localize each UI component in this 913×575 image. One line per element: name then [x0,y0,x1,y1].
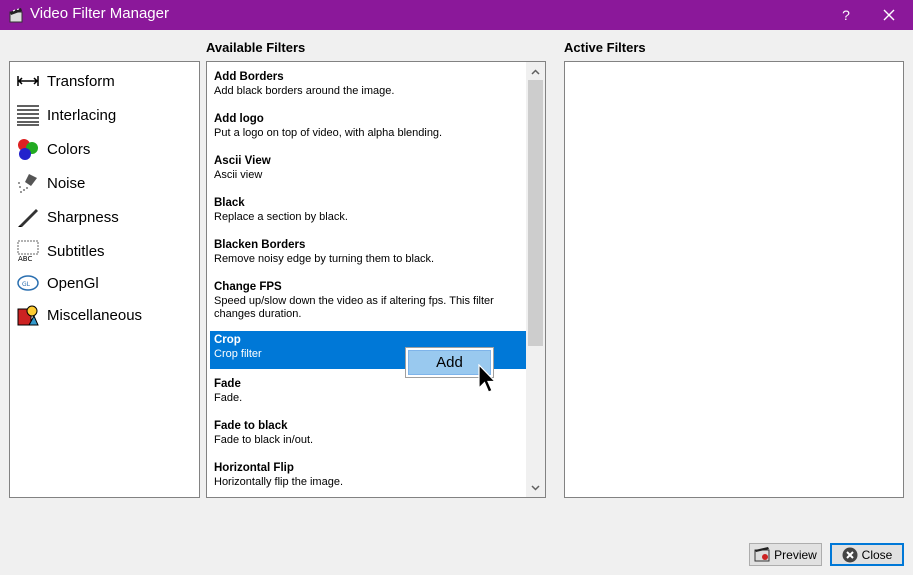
subtitles-icon: ABC [16,239,40,263]
filter-name: Black [214,197,245,209]
category-transform[interactable]: Transform [16,68,115,94]
category-label: Subtitles [47,242,105,260]
filter-black[interactable]: Black Replace a section by black. [210,194,526,234]
filter-name: Change FPS [214,281,282,293]
filter-name: Crop [214,334,241,346]
filter-description: Fade to black in/out. [214,434,314,446]
svg-text:GL: GL [22,281,31,288]
help-button[interactable]: ? [836,4,856,26]
filter-add-logo[interactable]: Add logo Put a logo on top of video, wit… [210,110,526,150]
category-subtitles[interactable]: ABC Subtitles [16,238,105,264]
chevron-up-icon [531,68,540,75]
clapperboard-icon [9,8,23,23]
category-list: Transform Interlacing Colors Noise Sharp… [9,61,200,498]
category-label: OpenGl [47,274,99,292]
filter-list-scrollbar[interactable] [526,62,545,497]
opengl-icon: GL [16,271,40,295]
filter-description: Fade. [214,392,243,404]
interlacing-lines-icon [16,103,40,127]
preview-label: Preview [774,547,817,562]
scroll-down-button[interactable] [526,479,545,496]
category-interlacing[interactable]: Interlacing [16,102,116,128]
available-filters-heading: Available Filters [206,40,306,55]
filter-description: Ascii view [214,169,263,181]
svg-text:ABC: ABC [18,255,32,262]
title-bar: Video Filter Manager ? [0,0,913,30]
noise-brush-icon [16,171,40,195]
category-label: Sharpness [47,208,119,226]
category-label: Transform [47,72,115,90]
close-label: Close [861,547,893,562]
filter-description: Add black borders around the image. [214,85,395,97]
filter-description: Horizontally flip the image. [214,476,344,488]
filter-fade-to-black[interactable]: Fade to black Fade to black in/out. [210,417,526,457]
filter-description: Speed up/slow down the video as if alter… [214,295,494,320]
filter-horizontal-flip[interactable]: Horizontal Flip Horizontally flip the im… [210,459,526,495]
colors-balls-icon [16,137,40,161]
filter-name: Ascii View [214,155,271,167]
scroll-up-button[interactable] [526,63,545,80]
category-noise[interactable]: Noise [16,170,85,196]
category-sharpness[interactable]: Sharpness [16,204,119,230]
category-miscellaneous[interactable]: Miscellaneous [16,302,142,328]
filter-description: Put a logo on top of video, with alpha b… [214,127,443,139]
category-label: Interlacing [47,106,117,124]
category-label: Miscellaneous [47,306,143,324]
filter-name: Blacken Borders [214,239,306,251]
filter-description: Remove noisy edge by turning them to bla… [214,253,435,265]
preview-film-icon [754,546,770,563]
active-filters-heading: Active Filters [564,40,646,55]
category-label: Colors [47,140,91,158]
filter-blacken-borders[interactable]: Blacken Borders Remove noisy edge by tur… [210,236,526,276]
sharpness-pen-icon [16,205,40,229]
transform-arrows-icon [16,69,40,93]
mouse-cursor-icon [478,364,497,393]
close-button[interactable]: Close [830,543,904,566]
filter-add-borders[interactable]: Add Borders Add black borders around the… [210,68,526,108]
filter-description: Replace a section by black. [214,211,348,223]
category-colors[interactable]: Colors [16,136,90,162]
chevron-down-icon [531,484,540,491]
scroll-thumb[interactable] [528,80,543,346]
filter-name: Add Borders [214,71,284,83]
filter-name: Add logo [214,113,264,125]
available-filters-list[interactable]: Add Borders Add black borders around the… [206,61,546,498]
category-label: Noise [47,174,86,192]
preview-button[interactable]: Preview [749,543,822,566]
active-filters-list[interactable] [564,61,904,498]
category-opengl[interactable]: GL OpenGl [16,270,99,296]
filter-change-fps[interactable]: Change FPS Speed up/slow down the video … [210,278,526,330]
close-circle-icon [842,547,858,563]
close-window-icon[interactable] [876,3,902,27]
miscellaneous-shapes-icon [16,303,40,327]
filter-name: Fade to black [214,420,288,432]
filter-ascii-view[interactable]: Ascii View Ascii view [210,152,526,192]
filter-name: Horizontal Flip [214,462,294,474]
window-title: Video Filter Manager [30,5,169,22]
